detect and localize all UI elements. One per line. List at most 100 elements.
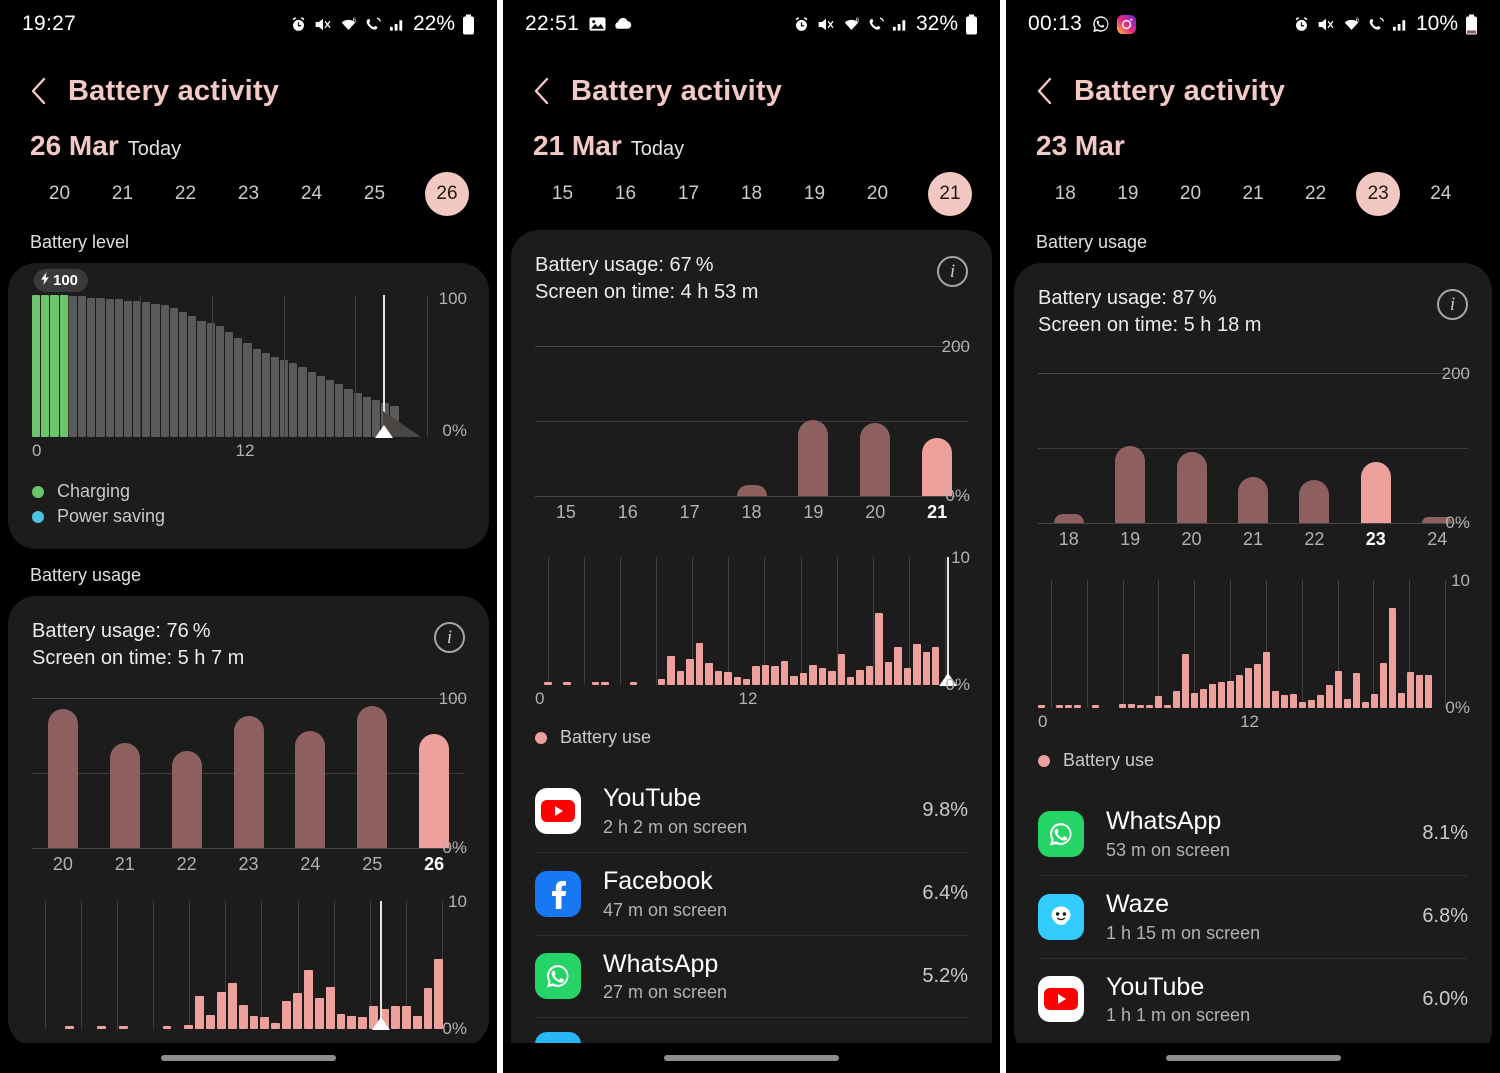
daily-usage-column[interactable]: [721, 346, 783, 496]
day-cell[interactable]: 19: [783, 172, 846, 216]
back-button[interactable]: [22, 74, 56, 108]
battery-level-bar: [363, 397, 371, 437]
info-icon[interactable]: i: [434, 622, 465, 653]
day-cell[interactable]: 21: [91, 172, 154, 216]
day-option[interactable]: 17: [657, 172, 720, 216]
daily-usage-column[interactable]: [156, 698, 218, 848]
day-option[interactable]: 25: [343, 172, 406, 216]
day-cell[interactable]: 18: [720, 172, 783, 216]
day-option[interactable]: 21: [91, 172, 154, 216]
day-option[interactable]: 20: [1159, 172, 1222, 216]
day-option[interactable]: 24: [1409, 172, 1472, 216]
daily-usage-column[interactable]: [1345, 373, 1406, 523]
day-option[interactable]: 24: [280, 172, 343, 216]
day-cell[interactable]: 20: [1159, 172, 1222, 216]
day-option[interactable]: 18: [720, 172, 783, 216]
day-cell[interactable]: 21: [909, 172, 972, 216]
daily-usage-column[interactable]: [341, 698, 403, 848]
battery-level-bar: [289, 363, 297, 437]
waze-icon: [1038, 894, 1084, 940]
hourly-usage-bar: [424, 988, 433, 1029]
daily-usage-column[interactable]: [403, 698, 465, 848]
day-cell[interactable]: 24: [280, 172, 343, 216]
home-indicator[interactable]: [161, 1055, 336, 1061]
home-indicator[interactable]: [1166, 1055, 1341, 1061]
daily-usage-column[interactable]: [1284, 373, 1345, 523]
legend-row-power-saving: Power saving: [32, 506, 465, 527]
day-cell[interactable]: 24: [1409, 172, 1472, 216]
daily-usage-column[interactable]: [218, 698, 280, 848]
list-item[interactable]: WhatsApp 53 m on screen 8.1%: [1038, 793, 1468, 875]
daily-usage-column[interactable]: [1099, 373, 1160, 523]
daily-usage-tick: 23: [218, 854, 280, 875]
daily-usage-column[interactable]: [1038, 373, 1099, 523]
day-cell[interactable]: 22: [1284, 172, 1347, 216]
hourly-usage-bar: [315, 998, 324, 1029]
day-cell[interactable]: 20: [28, 172, 91, 216]
day-option[interactable]: 21: [1222, 172, 1285, 216]
day-selector-1[interactable]: 20 21 22 23 24 25 26: [0, 162, 497, 216]
day-cell[interactable]: 18: [1034, 172, 1097, 216]
day-cell[interactable]: 19: [1097, 172, 1160, 216]
daily-usage-column[interactable]: [279, 698, 341, 848]
signal-icon: [389, 16, 406, 32]
back-button[interactable]: [525, 74, 559, 108]
hourly-usage-bar: [282, 1001, 291, 1029]
back-button[interactable]: [1028, 74, 1062, 108]
info-icon[interactable]: i: [937, 256, 968, 287]
daily-usage-column[interactable]: [782, 346, 844, 496]
hourly-usage-bar: [1407, 672, 1414, 708]
hourly-usage-bar: [217, 992, 226, 1029]
daily-usage-column[interactable]: [94, 698, 156, 848]
day-selector-2[interactable]: 15 16 17 18 19 20 21: [503, 162, 1000, 216]
hourly-usage-bar: [771, 666, 778, 685]
day-option[interactable]: 15: [531, 172, 594, 216]
daily-usage-column[interactable]: [906, 346, 968, 496]
day-option[interactable]: 19: [1097, 172, 1160, 216]
daily-usage-column[interactable]: [597, 346, 659, 496]
daily-usage-column[interactable]: [32, 698, 94, 848]
day-option[interactable]: 20: [846, 172, 909, 216]
grid-line: [427, 295, 428, 437]
day-option[interactable]: 20: [28, 172, 91, 216]
hourly-usage-bar: [1425, 675, 1432, 708]
hourly-usage-bar: [260, 1017, 269, 1029]
day-cell[interactable]: 15: [531, 172, 594, 216]
daily-usage-column[interactable]: [659, 346, 721, 496]
daily-usage-column[interactable]: [535, 346, 597, 496]
day-option[interactable]: 23: [217, 172, 280, 216]
day-option[interactable]: 22: [1284, 172, 1347, 216]
daily-usage-column[interactable]: [1161, 373, 1222, 523]
daily-usage-column[interactable]: [1222, 373, 1283, 523]
day-cell[interactable]: 21: [1222, 172, 1285, 216]
day-cell[interactable]: 17: [657, 172, 720, 216]
hourly-usage-bar: [1416, 675, 1423, 708]
info-icon[interactable]: i: [1437, 289, 1468, 320]
day-option[interactable]: 19: [783, 172, 846, 216]
daily-usage-column[interactable]: [1407, 373, 1468, 523]
list-item[interactable]: Waze 1 h 15 m on screen 6.8%: [1038, 875, 1468, 958]
day-cell[interactable]: 16: [594, 172, 657, 216]
day-option-selected[interactable]: 21: [928, 172, 972, 216]
day-cell[interactable]: 22: [154, 172, 217, 216]
day-cell[interactable]: 26: [406, 172, 469, 216]
day-option[interactable]: 18: [1034, 172, 1097, 216]
battery-level-plot: [32, 295, 465, 437]
day-option-selected[interactable]: 23: [1356, 172, 1400, 216]
day-option[interactable]: 22: [154, 172, 217, 216]
list-item[interactable]: YouTube 1 h 1 m on screen 6.0%: [1038, 958, 1468, 1041]
home-indicator[interactable]: [664, 1055, 839, 1061]
day-cell[interactable]: 23: [217, 172, 280, 216]
day-option[interactable]: 16: [594, 172, 657, 216]
day-cell[interactable]: 25: [343, 172, 406, 216]
daily-usage-bar: [1177, 452, 1207, 523]
day-selector-3[interactable]: 18 19 20 21 22 23 24: [1006, 162, 1500, 216]
day-option-selected[interactable]: 26: [425, 172, 469, 216]
daily-usage-column[interactable]: [844, 346, 906, 496]
day-cell[interactable]: 20: [846, 172, 909, 216]
day-cell[interactable]: 23: [1347, 172, 1410, 216]
hourly-usage-bar: [195, 996, 204, 1029]
list-item[interactable]: Facebook 47 m on screen 6.4%: [535, 852, 968, 935]
list-item[interactable]: YouTube 2 h 2 m on screen 9.8%: [535, 770, 968, 852]
list-item[interactable]: WhatsApp 27 m on screen 5.2%: [535, 935, 968, 1018]
